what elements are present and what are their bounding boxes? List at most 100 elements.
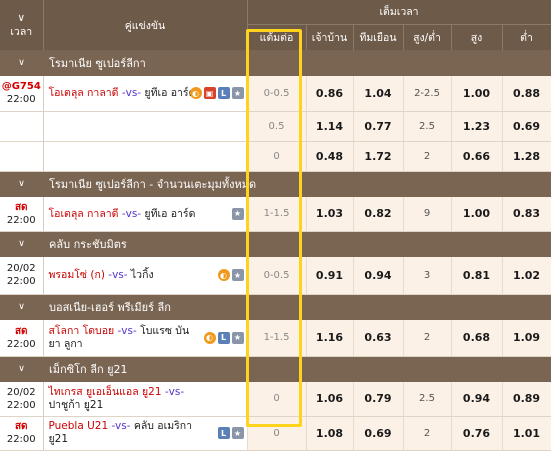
home-odds[interactable]: 0.91 — [306, 257, 354, 295]
away-odds[interactable]: 1.04 — [353, 76, 404, 112]
grey-marker-icon[interactable]: ★ — [231, 207, 244, 220]
over-odds[interactable]: 0.66 — [451, 141, 503, 172]
away-odds[interactable]: 0.63 — [353, 320, 404, 357]
match-status: สด — [14, 421, 28, 432]
over-odds[interactable]: 1.00 — [451, 76, 503, 112]
handicap-value: 0 — [247, 141, 307, 172]
vs-separator: -vs- — [111, 420, 131, 432]
chevron-down-icon[interactable]: ∨ — [0, 356, 43, 382]
orange-marker-icon[interactable]: ◐ — [217, 269, 230, 282]
under-odds[interactable]: 0.88 — [502, 76, 551, 112]
chevron-down-icon[interactable]: ∨ — [0, 50, 43, 76]
league-name: เม็กซิโก ลีก ยู21 — [43, 356, 551, 382]
handicap-value: 0 — [247, 416, 307, 451]
league-header[interactable]: ∨ โรมาเนีย ซูเปอร์ลีกา — [0, 50, 551, 76]
home-odds[interactable]: 0.48 — [306, 141, 354, 172]
away-odds[interactable]: 0.77 — [353, 111, 404, 142]
vs-separator: -vs- — [164, 385, 185, 398]
match-status: 20/02 — [6, 263, 36, 275]
home-odds[interactable]: 0.86 — [306, 76, 354, 112]
kickoff-time: 22:00 — [6, 338, 36, 350]
match-cell: โอเตลุล กาลาดี -vs- ยูทีเอ อาร์ด ◐ ▣ L ★ — [43, 76, 248, 112]
orange-marker-icon[interactable]: ◐ — [203, 331, 216, 344]
home-odds[interactable]: 1.08 — [306, 416, 354, 451]
match-time — [0, 111, 44, 142]
over-under-line: 2.5 — [403, 382, 452, 417]
time-column-header[interactable]: ∨ เวลา — [0, 0, 44, 50]
league-header[interactable]: ∨ คลับ กระชับมิตร — [0, 231, 551, 257]
match-cell: Puebla U21 -vs- คลับ อเมริกา ยู21 L ★ — [43, 416, 248, 451]
match-time: สด 22:00 — [0, 320, 44, 357]
away-odds[interactable]: 0.79 — [353, 382, 404, 417]
home-odds[interactable]: 1.06 — [306, 382, 354, 417]
over-under-line: 3 — [403, 257, 452, 295]
home-odds[interactable]: 1.16 — [306, 320, 354, 357]
match-icons: ★ — [231, 207, 244, 220]
away-team[interactable]: ยูทีเอ อาร์ด — [144, 208, 195, 220]
table-row: สด 22:00 สโลกา โดบอย -vs- โบแรซ บันยา ลู… — [0, 320, 551, 357]
under-odds[interactable]: 1.28 — [502, 141, 551, 172]
chevron-down-icon[interactable]: ∨ — [0, 231, 43, 257]
under-odds[interactable]: 1.09 — [502, 320, 551, 357]
match-icons: L ★ — [217, 427, 244, 439]
kickoff-time: 22:00 — [6, 94, 36, 106]
away-team[interactable]: ยูทีเอ อาร์ด — [144, 87, 195, 99]
away-odds[interactable]: 1.72 — [353, 141, 404, 172]
home-team[interactable]: Puebla U21 — [49, 420, 109, 432]
away-odds[interactable]: 0.69 — [353, 416, 404, 451]
table-row: @G754 22:00 โอเตลุล กาลาดี -vs- ยูทีเอ อ… — [0, 76, 551, 112]
chevron-down-icon[interactable]: ∨ — [0, 171, 43, 197]
grey-marker-icon[interactable]: ★ — [231, 427, 244, 439]
red-marker-icon[interactable]: ▣ — [203, 87, 216, 100]
home-team[interactable]: โอเตลุล กาลาดี — [49, 208, 119, 220]
away-team[interactable]: ไวกิ้ง — [131, 269, 154, 281]
over-odds[interactable]: 1.00 — [451, 197, 503, 232]
fulltime-header: เต็มเวลา — [247, 0, 551, 24]
match-cell — [43, 141, 248, 172]
match-time: 20/02 22:00 — [0, 382, 44, 417]
match-status: 20/02 — [6, 386, 36, 398]
away-odds[interactable]: 0.94 — [353, 257, 404, 295]
blue-marker-icon[interactable]: L — [217, 331, 230, 344]
home-team[interactable]: โอเตลุล กาลาดี — [49, 87, 119, 99]
grey-marker-icon[interactable]: ★ — [231, 331, 244, 344]
home-odds[interactable]: 1.03 — [306, 197, 354, 232]
grey-marker-icon[interactable]: ★ — [231, 87, 244, 100]
league-name: โรมาเนีย ซูเปอร์ลีกา — [43, 50, 551, 76]
away-odds[interactable]: 0.82 — [353, 197, 404, 232]
over-odds[interactable]: 0.68 — [451, 320, 503, 357]
league-header[interactable]: ∨ บอสเนีย-เฮอร์ พรีเมียร์ ลีก — [0, 294, 551, 320]
home-odds[interactable]: 1.14 — [306, 111, 354, 142]
chevron-down-icon[interactable]: ∨ — [0, 294, 43, 320]
grey-marker-icon[interactable]: ★ — [231, 269, 244, 282]
under-odds[interactable]: 1.02 — [502, 257, 551, 295]
over-under-line: 2.5 — [403, 111, 452, 142]
orange-marker-icon[interactable]: ◐ — [189, 87, 202, 100]
under-odds[interactable]: 1.01 — [502, 416, 551, 451]
under-odds[interactable]: 0.69 — [502, 111, 551, 142]
home-team[interactable]: สโลกา โดบอย — [49, 325, 115, 337]
over-header: สูง — [451, 23, 503, 50]
over-under-line-header: สูง/ต่ำ — [403, 23, 452, 50]
match-status: @G754 — [1, 81, 41, 93]
blue-marker-icon[interactable]: L — [217, 87, 230, 100]
home-team[interactable]: ไทเกรส ยูเอเอ็นแอล ยู21 — [49, 386, 162, 398]
over-odds[interactable]: 0.76 — [451, 416, 503, 451]
blue-marker-icon[interactable]: L — [217, 427, 230, 439]
match-cell: สโลกา โดบอย -vs- โบแรซ บันยา ลูกา ◐ L ★ — [43, 320, 248, 357]
over-odds[interactable]: 1.23 — [451, 111, 503, 142]
time-header-label: เวลา — [10, 26, 33, 38]
over-odds[interactable]: 0.81 — [451, 257, 503, 295]
home-team[interactable]: พรอมโซ่ (ก) — [49, 269, 105, 281]
away-team[interactable]: ปาชูก้า ยู21 — [49, 399, 104, 411]
under-odds[interactable]: 0.83 — [502, 197, 551, 232]
vs-separator: -vs- — [121, 207, 142, 220]
table-header: ∨ เวลา คู่แข่งขัน เต็มเวลา แต้มต่อ เจ้าบ… — [0, 0, 551, 50]
league-header[interactable]: ∨ เม็กซิโก ลีก ยู21 — [0, 356, 551, 382]
match-icons: ◐ L ★ — [203, 331, 244, 344]
match-icons: ◐ ★ — [217, 269, 244, 282]
under-odds[interactable]: 0.89 — [502, 382, 551, 417]
league-header[interactable]: ∨ โรมาเนีย ซูเปอร์ลีกา - จำนวนเตะมุมทั้ง… — [0, 171, 551, 197]
over-odds[interactable]: 0.94 — [451, 382, 503, 417]
match-time: สด 22:00 — [0, 416, 44, 451]
